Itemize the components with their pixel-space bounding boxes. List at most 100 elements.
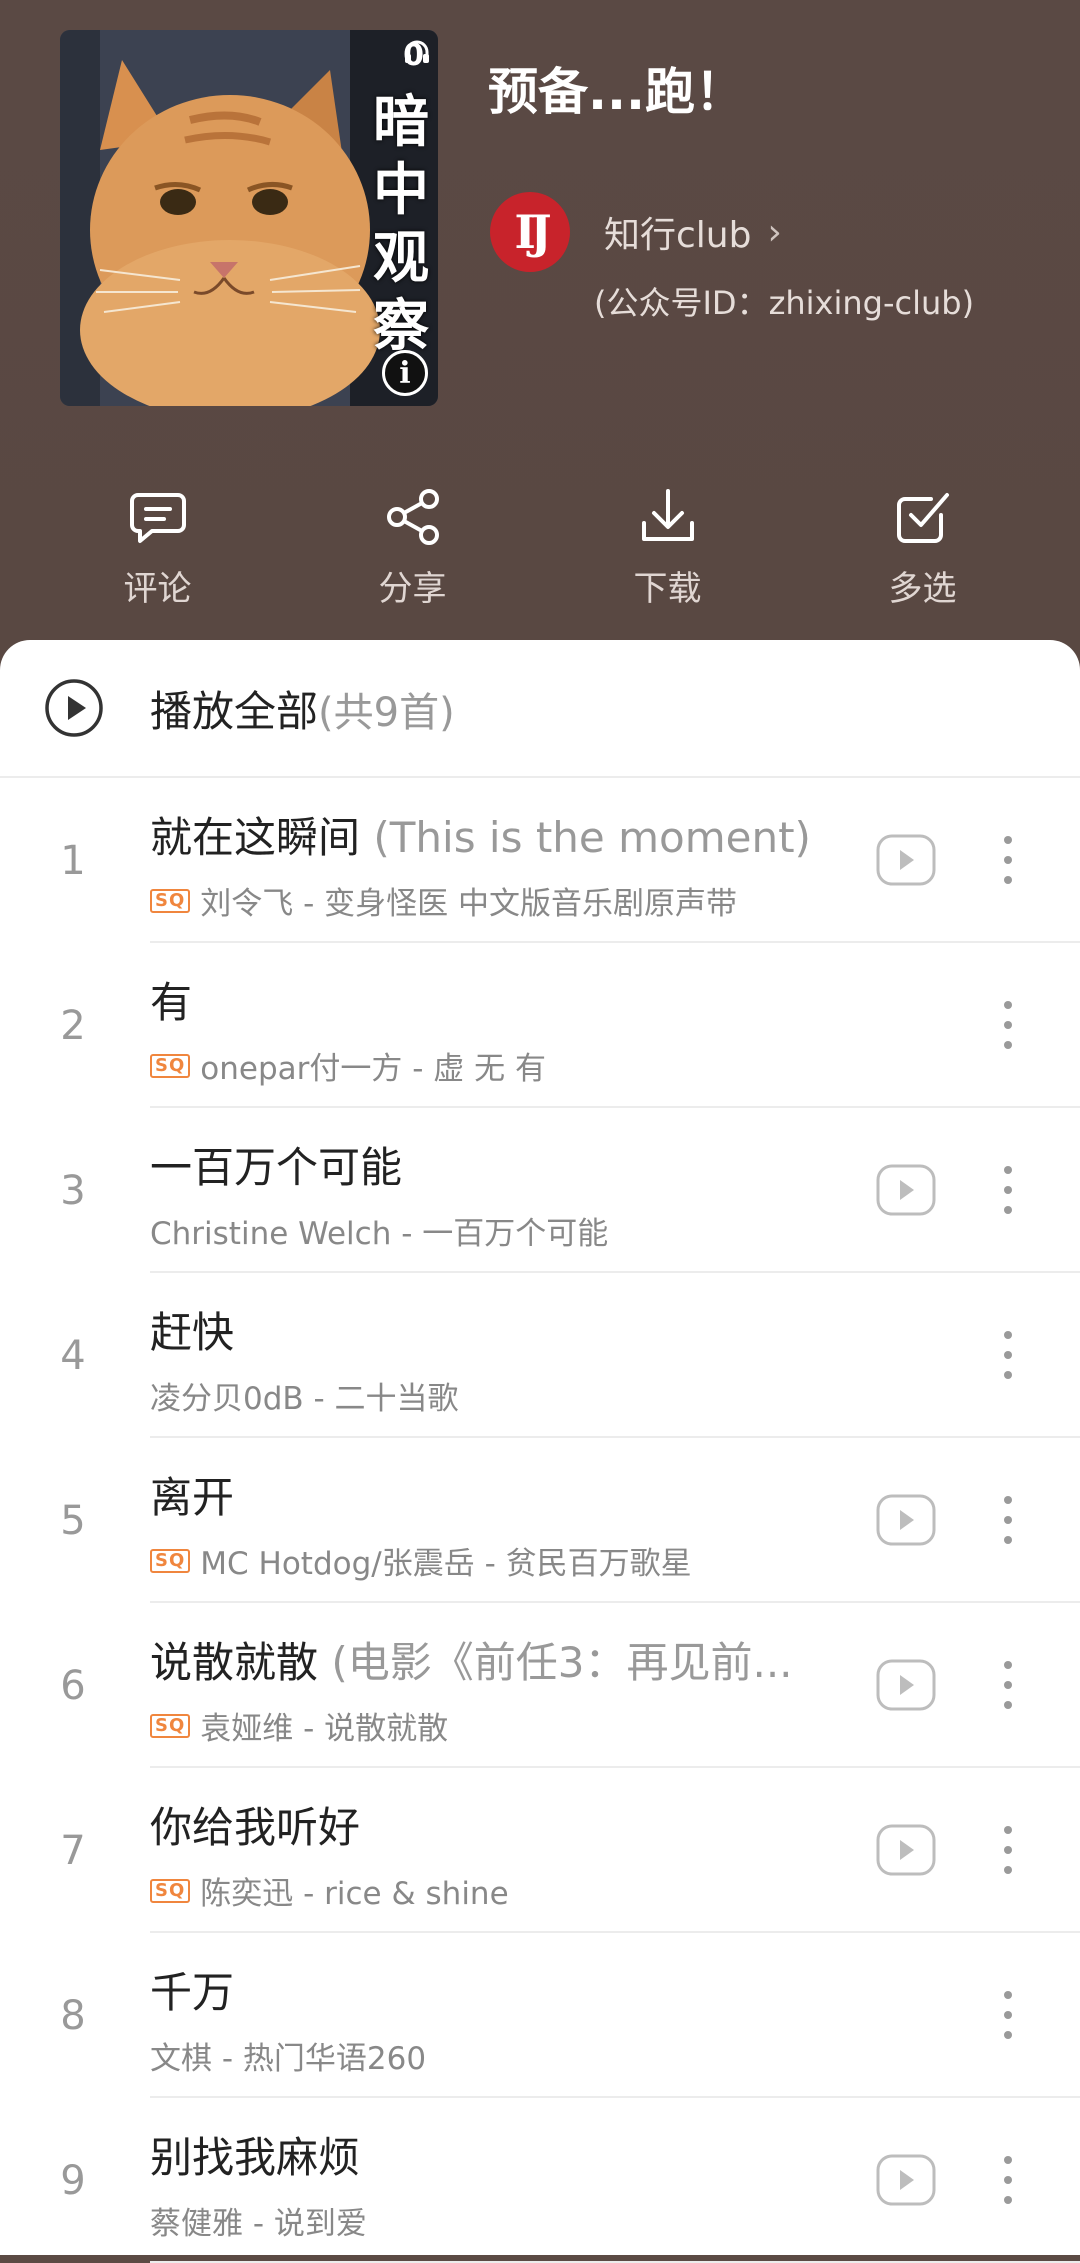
more-vertical-icon[interactable] [996,1488,1020,1552]
song-artist-album: 陈奕迅 - rice & shine [200,1876,509,1912]
song-body[interactable]: 一百万个可能 Christine Welch - 一百万个可能 [150,1108,1080,1273]
multi-select-button[interactable]: 多选 [795,485,1050,615]
song-title-extra: (This is the moment) [360,813,811,862]
more-vertical-icon[interactable] [996,993,1020,1057]
song-title-main: 千万 [150,1968,235,2017]
song-meta: 凌分贝0dB - 二十当歌 [150,1373,459,1418]
song-title: 就在这瞬间 (This is the moment) [150,804,820,865]
song-title-main: 说散就散 [150,1638,319,1687]
song-title: 一百万个可能 [150,1134,820,1195]
song-title: 赶快 [150,1299,820,1360]
song-meta: SQ 陈奕迅 - rice & shine [150,1868,509,1913]
list-item[interactable]: 8 千万文棋 - 热门华语260 [0,1933,1080,2098]
avatar[interactable]: IJ [490,192,570,272]
info-icon[interactable]: i [382,350,428,396]
song-artist-album: 凌分贝0dB - 二十当歌 [150,1381,459,1417]
creator-link[interactable]: IJ 知行club › [490,192,782,272]
song-number: 7 [60,1827,86,1874]
song-number: 6 [60,1662,86,1709]
song-list-panel: 播放全部(共9首) 1 就在这瞬间 (This is the moment) SQ 刘… [0,640,1080,2263]
headphone-icon [405,40,430,63]
play-circle-icon [45,679,103,737]
list-item[interactable]: 6 说散就散 (电影《前任3：再见前... SQ 袁娅维 - 说散就散 [0,1603,1080,1768]
list-item[interactable]: 1 就在这瞬间 (This is the moment) SQ 刘令飞 - 变身怪医 … [0,778,1080,943]
song-number: 1 [60,837,86,884]
song-artist-album: MC Hotdog/张震岳 - 贫民百万歌星 [200,1546,692,1582]
mv-play-icon[interactable] [876,1659,936,1711]
sq-badge: SQ [150,1878,191,1903]
song-title: 你给我听好 [150,1794,820,1855]
more-vertical-icon[interactable] [996,1653,1020,1717]
mv-play-icon[interactable] [876,834,936,886]
multi-select-icon [896,493,949,543]
list-item[interactable]: 3 一百万个可能 Christine Welch - 一百万个可能 [0,1108,1080,1273]
chevron-right-icon: › [767,211,782,253]
mv-play-icon[interactable] [876,1824,936,1876]
song-meta: 文棋 - 热门华语260 [150,2033,426,2078]
song-number: 9 [60,2157,86,2204]
play-all-button[interactable]: 播放全部(共9首) [0,640,1080,778]
sq-badge: SQ [150,888,191,913]
song-body[interactable]: 离开 SQ MC Hotdog/张震岳 - 贫民百万歌星 [150,1438,1080,1603]
multi-select-label: 多选 [888,569,957,609]
song-number: 8 [60,1992,86,2039]
list-item[interactable]: 7 你给我听好 SQ 陈奕迅 - rice & shine [0,1768,1080,1933]
more-vertical-icon[interactable] [996,1158,1020,1222]
creator-subtitle: (公众号ID：zhixing-club) [594,284,975,322]
song-body[interactable]: 有 SQ onepar付一方 - 虚 无 有 [150,943,1080,1108]
more-vertical-icon[interactable] [996,1818,1020,1882]
list-item[interactable]: 5 离开 SQ MC Hotdog/张震岳 - 贫民百万歌星 [0,1438,1080,1603]
song-body[interactable]: 赶快凌分贝0dB - 二十当歌 [150,1273,1080,1438]
song-body[interactable]: 就在这瞬间 (This is the moment) SQ 刘令飞 - 变身怪医 中… [150,778,1080,943]
download-icon [641,489,694,541]
song-body[interactable]: 说散就散 (电影《前任3：再见前... SQ 袁娅维 - 说散就散 [150,1603,1080,1768]
song-title: 有 [150,969,820,1030]
song-number: 4 [60,1332,86,1379]
song-meta: SQ MC Hotdog/张震岳 - 贫民百万歌星 [150,1538,692,1583]
mv-play-icon[interactable] [876,1164,936,1216]
song-body[interactable]: 千万文棋 - 热门华语260 [150,1933,1080,2098]
download-button[interactable]: 下载 [540,485,795,615]
song-title-main: 一百万个可能 [150,1143,403,1192]
list-item[interactable]: 9 别找我麻烦蔡健雅 - 说到爱 [0,2098,1080,2263]
share-label: 分享 [378,569,447,609]
play-all-label: 播放全部(共9首) [150,678,455,739]
song-title: 离开 [150,1464,820,1525]
song-meta: SQ 刘令飞 - 变身怪医 中文版音乐剧原声带 [150,878,737,923]
sq-badge: SQ [150,1548,191,1573]
cover-caption: 暗中观察 [373,89,429,359]
mv-play-icon[interactable] [876,2154,936,2206]
more-vertical-icon[interactable] [996,828,1020,892]
song-body[interactable]: 别找我麻烦蔡健雅 - 说到爱 [150,2098,1080,2263]
comment-button[interactable]: 评论 [30,485,285,615]
download-label: 下载 [633,569,702,609]
comment-label: 评论 [123,569,192,609]
sq-badge: SQ [150,1053,191,1078]
song-title-main: 别找我麻烦 [150,2133,361,2182]
song-title-main: 你给我听好 [150,1803,361,1852]
more-vertical-icon[interactable] [996,1983,1020,2047]
list-item[interactable]: 2 有 SQ onepar付一方 - 虚 无 有 [0,943,1080,1108]
song-meta: 蔡健雅 - 说到爱 [150,2198,367,2243]
mv-play-icon[interactable] [876,1494,936,1546]
song-artist-album: 袁娅维 - 说散就散 [200,1711,449,1747]
more-vertical-icon[interactable] [996,2148,1020,2212]
song-artist-album: 刘令飞 - 变身怪医 中文版音乐剧原声带 [200,886,738,922]
playlist-cover[interactable]: 0 暗中观察 i [60,30,438,406]
song-body[interactable]: 你给我听好 SQ 陈奕迅 - rice & shine [150,1768,1080,1933]
song-artist-album: onepar付一方 - 虚 无 有 [200,1051,546,1087]
song-title-main: 离开 [150,1473,235,1522]
song-count: (共9首) [318,689,455,736]
play-all-text: 播放全部 [150,686,319,736]
song-number: 3 [60,1167,86,1214]
song-number: 5 [60,1497,86,1544]
comment-icon [129,493,186,543]
song-title: 说散就散 (电影《前任3：再见前... [150,1629,820,1690]
share-icon [386,489,439,545]
song-title: 别找我麻烦 [150,2124,820,2185]
share-button[interactable]: 分享 [285,485,540,615]
list-item[interactable]: 4 赶快凌分贝0dB - 二十当歌 [0,1273,1080,1438]
creator-name[interactable]: 知行club [604,206,751,258]
creator-name-row[interactable]: 知行club › [604,206,782,258]
more-vertical-icon[interactable] [996,1323,1020,1387]
